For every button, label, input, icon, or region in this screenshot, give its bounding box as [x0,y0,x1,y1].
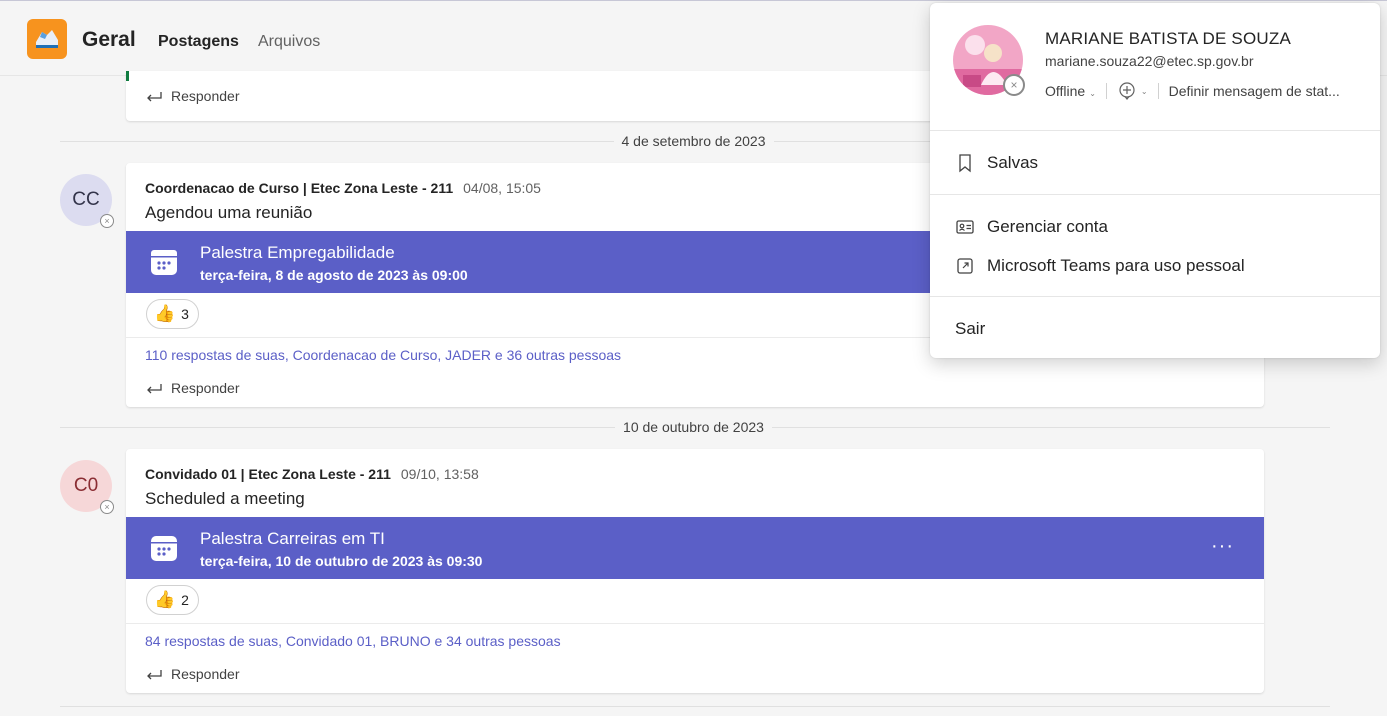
profile-email: mariane.souza22@etec.sp.gov.br [1045,53,1254,69]
menu-divider [930,296,1380,297]
offline-status-icon: × [1003,74,1025,96]
reply-label: Responder [171,380,240,396]
post-timestamp: 09/10, 13:58 [400,466,479,482]
author-name: Convidado 01 | Etec Zona Leste - 211 [145,466,391,482]
location-dropdown[interactable]: ⌄ [1117,81,1148,101]
avatar-initials: CC [72,189,100,210]
post-message: Scheduled a meeting [145,489,305,508]
post-card: Convidado 01 | Etec Zona Leste - 211 09/1… [126,449,1264,693]
status-label: Offline [1045,83,1086,99]
menu-item-sair[interactable]: Sair [955,319,985,339]
separator [1157,83,1159,99]
replies-link[interactable]: 110 respostas de suas, Coordenacao de Cu… [145,347,621,363]
channel-title: Geral [82,28,136,51]
status-dropdown[interactable]: Offline ⌄ [1045,83,1096,99]
offline-status-icon: × [100,500,114,514]
menu-item-salvas[interactable]: Salvas [955,153,1038,173]
post-message: Agendou uma reunião [145,203,313,222]
bookmark-icon [959,154,971,173]
add-location-icon [1119,82,1135,100]
like-reaction[interactable]: 👍 2 [146,585,199,615]
meeting-card[interactable]: Palestra Carreiras em TI terça-feira, 10… [126,517,1264,579]
tab-arquivos[interactable]: Arquivos [258,33,320,51]
menu-item-label: Microsoft Teams para uso pessoal [987,256,1245,275]
reaction-count: 2 [181,592,189,608]
reaction-count: 3 [181,306,189,322]
meeting-title: Palestra Carreiras em TI [200,529,385,548]
post-timestamp: 04/08, 15:05 [463,180,541,196]
post-author: Convidado 01 | Etec Zona Leste - 211 09/1… [145,466,479,482]
avatar[interactable]: C0 × [60,460,114,514]
avatar-initials: C0 [73,475,99,496]
reply-icon [147,384,162,394]
card-divider [126,623,1264,624]
status-row: Offline ⌄ ⌄ Definir mensagem de stat... [1045,79,1340,103]
menu-item-teams-pessoal[interactable]: Microsoft Teams para uso pessoal [955,256,1245,276]
feed-divider [60,706,1330,707]
avatar[interactable]: CC × [60,174,114,228]
menu-item-label: Salvas [987,153,1039,172]
contact-card-icon [956,220,974,234]
status-message-button[interactable]: Definir mensagem de stat... [1169,83,1340,99]
separator [1105,83,1107,99]
meeting-date: terça-feira, 10 de outubro de 2023 às 09… [200,553,483,569]
like-reaction[interactable]: 👍 3 [146,299,199,329]
thumbs-up-icon: 👍 [154,590,176,609]
reply-icon [147,92,162,102]
menu-item-label: Sair [955,319,986,338]
calendar-icon [151,536,177,561]
reply-button[interactable]: Responder [145,88,240,104]
meeting-title: Palestra Empregabilidade [200,243,395,262]
date-text: 10 de outubro de 2023 [615,419,772,435]
more-options-icon[interactable]: ··· [1211,535,1234,558]
team-logo[interactable] [27,19,67,59]
calendar-icon [151,250,177,275]
profile-menu: × MARIANE BATISTA DE SOUZA mariane.souza… [930,3,1380,358]
chevron-down-icon: ⌄ [1089,89,1096,98]
reply-button[interactable]: Responder [145,666,240,682]
author-name: Coordenacao de Curso | Etec Zona Leste -… [145,180,454,196]
reply-label: Responder [171,88,240,104]
menu-divider [930,130,1380,131]
menu-divider [930,194,1380,195]
reply-label: Responder [171,666,240,682]
tab-postagens[interactable]: Postagens [158,33,239,51]
offline-status-icon: × [100,214,114,228]
date-separator: 10 de outubro de 2023 [0,419,1387,435]
reply-icon [147,670,162,680]
sneaker-icon [36,30,58,48]
meeting-date: terça-feira, 8 de agosto de 2023 às 09:0… [200,267,468,283]
chevron-down-icon: ⌄ [1140,86,1148,96]
reply-button[interactable]: Responder [145,380,240,396]
menu-item-label: Gerenciar conta [987,217,1108,236]
date-text: 4 de setembro de 2023 [613,133,774,149]
post-author: Coordenacao de Curso | Etec Zona Leste -… [145,180,541,196]
profile-name: MARIANE BATISTA DE SOUZA [1045,29,1291,48]
replies-link[interactable]: 84 respostas de suas, Convidado 01, BRUN… [145,633,561,649]
thumbs-up-icon: 👍 [154,304,176,323]
accent-bar [126,71,129,81]
menu-item-gerenciar-conta[interactable]: Gerenciar conta [955,217,1108,237]
open-external-icon [957,258,973,274]
